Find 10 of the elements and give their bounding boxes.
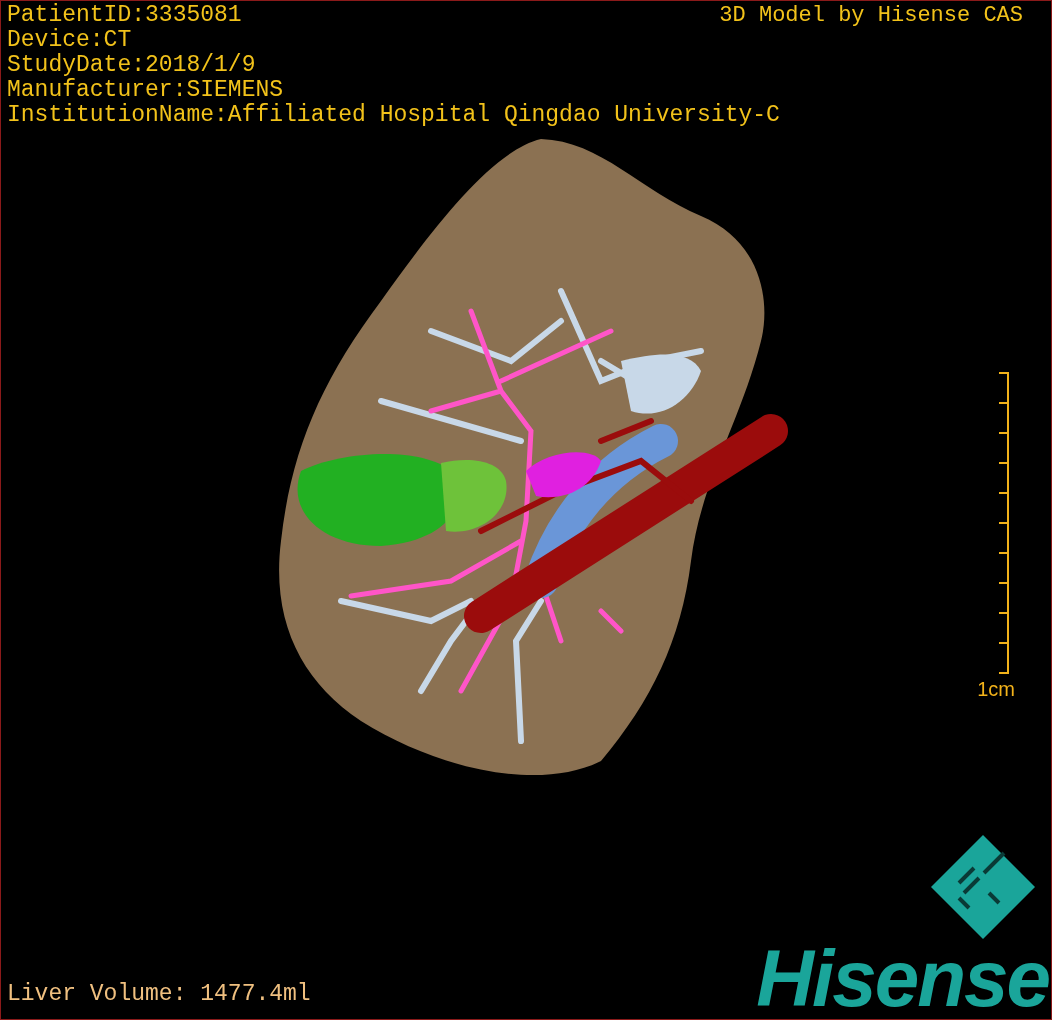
info-line: InstitutionName:Affiliated Hospital Qingdao University-C <box>7 103 781 128</box>
liver-volume: Liver Volume: 1477.4ml <box>7 982 311 1009</box>
logo-text: Hisense <box>756 947 1049 1011</box>
logo-diamond-icon <box>929 833 1037 941</box>
info-line: Device:CT <box>7 28 133 53</box>
info-line: StudyDate:2018/1/9 <box>7 53 257 78</box>
info-line: Manufacturer:SIEMENS <box>7 78 285 103</box>
viewer-title: 3D Model by Hisense CAS <box>719 3 1024 28</box>
scale-label: 1cm <box>977 677 1015 701</box>
info-line: PatientID:3335081 <box>7 3 242 28</box>
